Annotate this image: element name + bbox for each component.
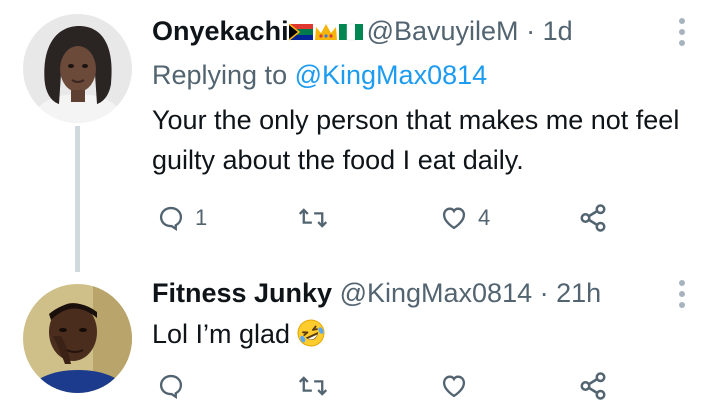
like-button[interactable] [440,366,478,406]
like-button[interactable]: 4 [440,198,490,238]
tweet-header: Fitness Junky @KingMax0814 · 21h [152,276,601,310]
user-handle[interactable]: @BavuyileM [367,16,519,46]
reply-icon [159,374,183,400]
tweet-header: Onyekachi @BavuyileM · 1d [152,14,573,52]
display-name[interactable]: Onyekachi [152,16,289,46]
retweet-button[interactable] [298,366,338,406]
retweet-button[interactable] [298,198,338,238]
replying-to-line: Replying to @KingMax0814 [152,58,487,92]
timestamp[interactable]: 21h [556,278,601,308]
thread-connector-line [75,126,80,272]
separator-dot: · [539,278,549,308]
south-africa-flag-icon [288,23,313,41]
tweet-text-content: Lol I’m glad [152,319,291,349]
tweet-actions: 1 4 [152,198,622,238]
tweet-actions [152,366,622,406]
retweet-icon [298,208,328,228]
replying-label: Replying to [152,60,288,90]
heart-icon [442,207,466,230]
avatar[interactable] [23,284,132,393]
retweet-icon [298,376,328,396]
separator-dot: · [526,16,536,46]
heart-icon [442,375,466,398]
share-icon [580,372,606,400]
user-handle[interactable]: @KingMax0814 [340,278,533,308]
tweet-text: Your the only person that makes me not f… [152,105,680,175]
nigeria-flag-icon [338,23,363,41]
replying-to-link[interactable]: @KingMax0814 [295,60,488,90]
reply-count: 1 [195,205,208,230]
more-options-icon[interactable] [678,18,686,51]
crown-icon [314,24,337,40]
more-options-icon[interactable] [678,280,686,313]
share-button[interactable] [578,366,608,406]
tweet-text: Lol I’m glad [152,314,702,359]
reply-icon [159,206,183,232]
share-button[interactable] [578,198,608,238]
reply-button[interactable] [157,366,195,406]
avatar[interactable] [23,14,132,123]
like-count: 4 [478,205,491,230]
tweet-onyekachi[interactable]: Onyekachi @BavuyileM · 1d Replying to @K… [0,0,720,272]
avatar-image [23,284,132,393]
timestamp[interactable]: 1d [543,16,573,46]
share-icon [580,204,606,232]
rolling-on-floor-laughing-icon [296,318,326,359]
reply-button[interactable]: 1 [157,198,207,238]
display-name[interactable]: Fitness Junky [152,278,332,308]
tweet-fitness-junky[interactable]: Fitness Junky @KingMax0814 · 21h Lol I’m… [0,272,720,414]
name-flag-emojis [288,18,363,52]
avatar-image [23,14,132,123]
